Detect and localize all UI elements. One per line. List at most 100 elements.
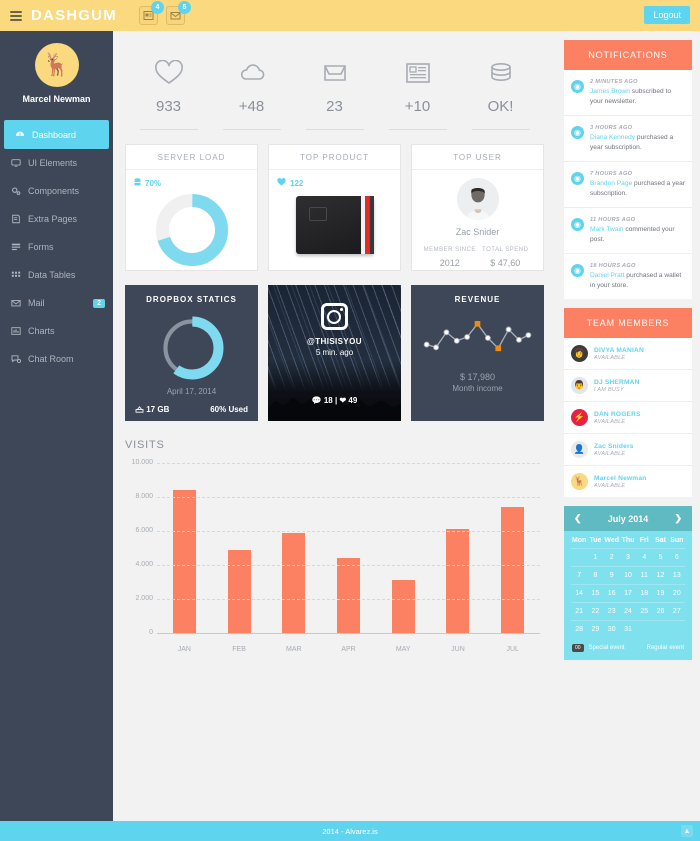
brand-logo[interactable]: DASHGUM xyxy=(31,7,117,24)
card-title: SERVER LOAD xyxy=(126,145,257,170)
dropbox-used: 60% Used xyxy=(210,405,248,414)
chart-bar[interactable] xyxy=(227,549,251,633)
mail-icon[interactable]: 5 xyxy=(165,1,191,25)
calendar-day[interactable]: 21 xyxy=(571,603,587,620)
stat-news[interactable]: +10 xyxy=(381,53,455,130)
calendar-day[interactable]: 17 xyxy=(620,585,636,602)
notification-user[interactable]: James Brown xyxy=(590,88,630,95)
notification-user[interactable]: Brandon Page xyxy=(590,180,632,187)
card-title: REVENUE xyxy=(454,295,501,304)
stat-cloud[interactable]: +48 xyxy=(215,53,289,130)
list-item[interactable]: ◉ 2 MINUTES AGO James Brown subscribed t… xyxy=(564,70,692,117)
product-image-wallet[interactable] xyxy=(295,196,374,254)
y-axis-tick: 2.000 xyxy=(135,595,153,602)
calendar-day[interactable]: 23 xyxy=(604,603,620,620)
panel-title: TEAM MEMBERS xyxy=(564,308,692,339)
calendar-day[interactable]: 9 xyxy=(604,567,620,584)
list-item[interactable]: 🦌 Marcel Newman AVAILABLE xyxy=(564,466,692,497)
list-item[interactable]: ◉ 7 HOURS AGO Brandon Page purchased a y… xyxy=(564,162,692,209)
member-info: DIVYA MANIAN AVAILABLE xyxy=(594,347,644,361)
logout-button[interactable]: Logout xyxy=(644,6,690,24)
sidebar-item-data-tables[interactable]: Data Tables xyxy=(0,261,113,289)
calendar-day[interactable]: 31 xyxy=(620,621,636,638)
list-item[interactable]: ◉ 18 HOURS AGO Daniel Pratt purchased a … xyxy=(564,254,692,299)
calendar-day[interactable]: 24 xyxy=(620,603,636,620)
calendar-day[interactable]: 14 xyxy=(571,585,587,602)
instagram-handle: @THISISYOU xyxy=(307,337,362,346)
calendar-weekday: Fri xyxy=(639,537,649,545)
visits-panel: VISITS 10.000 8.000 6.000 4.000 2.000 0 JAN FE… xyxy=(113,421,556,659)
mail-badge: 5 xyxy=(177,1,191,14)
calendar-day[interactable]: 13 xyxy=(669,567,685,584)
chevron-right-icon[interactable]: ❯ xyxy=(674,513,682,524)
list-item[interactable]: 👨 DJ SHERMAN I AM BUSY xyxy=(564,370,692,403)
calendar-day[interactable]: 1 xyxy=(587,549,603,566)
calendar-day[interactable]: 29 xyxy=(587,621,603,638)
chart-bar[interactable] xyxy=(337,558,361,633)
calendar-day[interactable]: 22 xyxy=(587,603,603,620)
calendar-day[interactable]: 3 xyxy=(620,549,636,566)
calendar-day[interactable]: 19 xyxy=(652,585,668,602)
avatar[interactable] xyxy=(456,178,499,220)
chart-bar[interactable] xyxy=(501,507,525,633)
calendar-day[interactable]: 5 xyxy=(652,549,668,566)
calendar-day[interactable]: 26 xyxy=(652,603,668,620)
calendar-day[interactable]: 30 xyxy=(604,621,620,638)
calendar-day[interactable]: 8 xyxy=(587,567,603,584)
arrow-up-icon[interactable]: ▲ xyxy=(681,825,693,837)
chart-bar[interactable] xyxy=(282,532,306,633)
server-load-value: 70% xyxy=(145,179,162,188)
calendar-week-row: 14 15 16 17 18 19 20 xyxy=(571,584,685,602)
chevron-left-icon[interactable]: ❮ xyxy=(574,513,582,524)
sidebar-item-forms[interactable]: Forms xyxy=(0,233,113,261)
sidebar-item-chat-room[interactable]: Chat Room xyxy=(0,345,113,373)
stat-inbox[interactable]: 23 xyxy=(298,53,372,130)
divider xyxy=(471,129,530,130)
hamburger-icon[interactable] xyxy=(10,9,22,23)
calendar-day[interactable]: 18 xyxy=(636,585,652,602)
calendar-day[interactable]: 25 xyxy=(636,603,652,620)
sidebar-item-extra-pages[interactable]: Extra Pages xyxy=(0,205,113,233)
list-item[interactable]: 👤 Zac Sniders AVAILABLE xyxy=(564,434,692,467)
x-axis-tick: FEB xyxy=(232,646,246,653)
calendar-day[interactable]: 10 xyxy=(620,567,636,584)
sidebar-item-charts[interactable]: Charts xyxy=(0,317,113,345)
top-product-mini: 122 xyxy=(277,178,392,188)
calendar-day[interactable]: 27 xyxy=(669,603,685,620)
list-item[interactable]: 👩 DIVYA MANIAN AVAILABLE xyxy=(564,338,692,371)
notification-user[interactable]: Diana Kennedy xyxy=(590,134,635,141)
sidebar-item-dashboard[interactable]: Dashboard xyxy=(4,120,109,149)
list-item[interactable]: ⚡ DAN ROGERS AVAILABLE xyxy=(564,402,692,435)
avatar: ⚡ xyxy=(571,409,588,427)
calendar-day[interactable]: 6 xyxy=(669,549,685,566)
notification-user[interactable]: Daniel Pratt xyxy=(590,272,624,279)
calendar-day[interactable]: 4 xyxy=(636,549,652,566)
sidebar-item-mail[interactable]: Mail 2 xyxy=(0,289,113,317)
calendar-day[interactable]: 16 xyxy=(604,585,620,602)
chart-bar[interactable] xyxy=(391,580,415,633)
calendar-day[interactable]: 2 xyxy=(604,549,620,566)
calendar-day[interactable]: 11 xyxy=(636,567,652,584)
calendar-day[interactable]: 12 xyxy=(652,567,668,584)
calendar-day[interactable]: 15 xyxy=(587,585,603,602)
sidebar-item-components[interactable]: Components xyxy=(0,177,113,205)
sidebar-item-ui-elements[interactable]: UI Elements xyxy=(0,149,113,177)
footer-text: 2014 - Alvarez.is xyxy=(322,826,378,836)
stat-likes[interactable]: 933 xyxy=(132,53,206,130)
calendar-month-label: July 2014 xyxy=(607,513,649,524)
chart-bar[interactable] xyxy=(446,529,470,633)
chart-bar[interactable] xyxy=(172,490,196,633)
list-item[interactable]: ◉ 11 HOURS AGO Mark Twain commented your… xyxy=(564,208,692,255)
notification-user[interactable]: Mark Twain xyxy=(590,226,624,233)
calendar-day[interactable]: 20 xyxy=(669,585,685,602)
instagram-card[interactable]: @THISISYOU 5 min. ago 💬 18 | ❤ 49 xyxy=(268,285,401,421)
dropbox-date: April 17, 2014 xyxy=(166,387,217,396)
envelope-icon xyxy=(8,298,23,308)
calendar-day[interactable]: 7 xyxy=(571,567,587,584)
stat-database[interactable]: OK! xyxy=(464,53,538,130)
calendar-day[interactable]: 28 xyxy=(571,621,587,638)
member-name: Zac Sniders xyxy=(594,442,634,450)
tasks-icon[interactable]: 4 xyxy=(138,1,164,25)
avatar[interactable]: 🦌 xyxy=(34,43,79,87)
list-item[interactable]: ◉ 3 HOURS AGO Diana Kennedy purchased a … xyxy=(564,116,692,163)
